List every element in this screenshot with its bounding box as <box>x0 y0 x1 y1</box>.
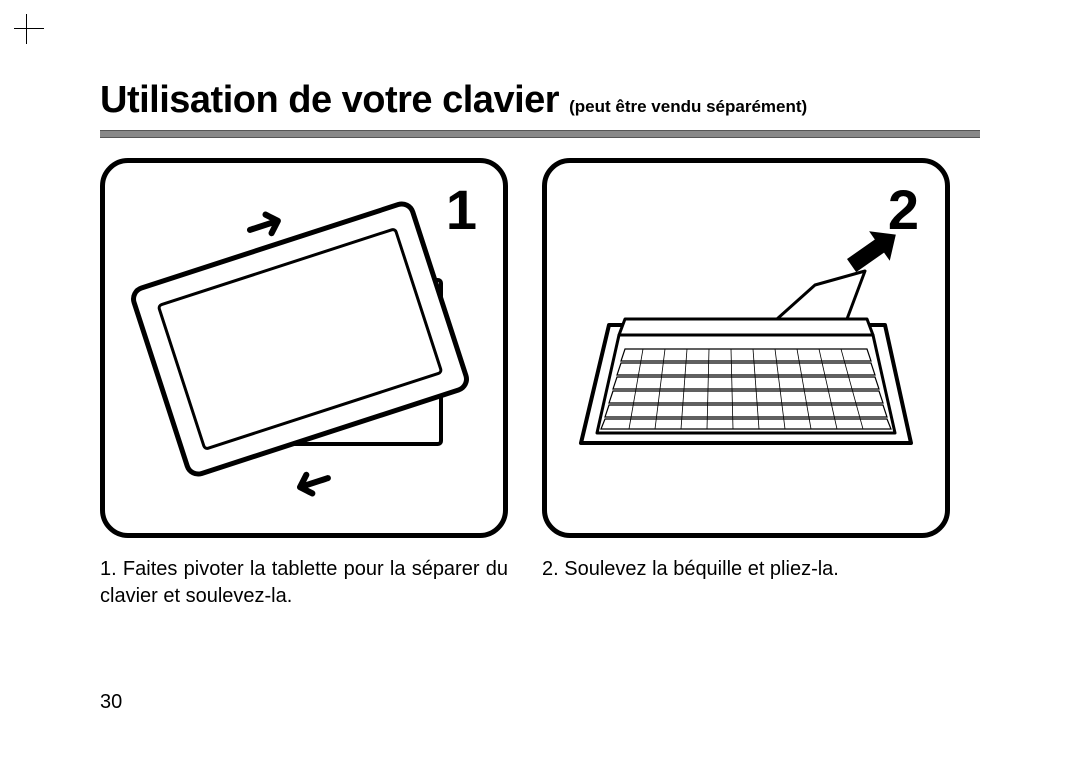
heading-main: Utilisation de votre clavier <box>100 79 559 121</box>
manual-page: Utilisation de votre clavier (peut être … <box>0 0 1080 784</box>
page-number: 30 <box>100 691 122 714</box>
keyboard-illustration <box>547 163 945 533</box>
crop-mark-left <box>26 14 27 44</box>
step-number: 1 <box>446 177 477 242</box>
step-caption: 1. Faites pivoter la tablette pour la sé… <box>100 556 508 610</box>
step-caption: 2. Soulevez la béquille et pliez-la. <box>542 556 950 583</box>
rotate-arrow-down-icon: ➜ <box>286 454 341 515</box>
step-frame-2: 2 <box>542 158 950 538</box>
step-panel-1: 1 ➜ ➜ 1. Faites pivoter la tablette pour… <box>100 158 508 610</box>
heading-subtitle: (peut être vendu séparément) <box>569 97 807 116</box>
rotate-arrow-up-icon: ➜ <box>236 194 291 255</box>
step-panel-2: 2 <box>542 158 950 610</box>
panels-row: 1 ➜ ➜ 1. Faites pivoter la tablette pour… <box>100 158 980 610</box>
crop-mark-top <box>14 28 44 29</box>
heading-rule <box>100 130 980 138</box>
step-frame-1: 1 ➜ ➜ <box>100 158 508 538</box>
content-area: Utilisation de votre clavier (peut être … <box>100 80 980 610</box>
page-title: Utilisation de votre clavier (peut être … <box>100 80 980 122</box>
